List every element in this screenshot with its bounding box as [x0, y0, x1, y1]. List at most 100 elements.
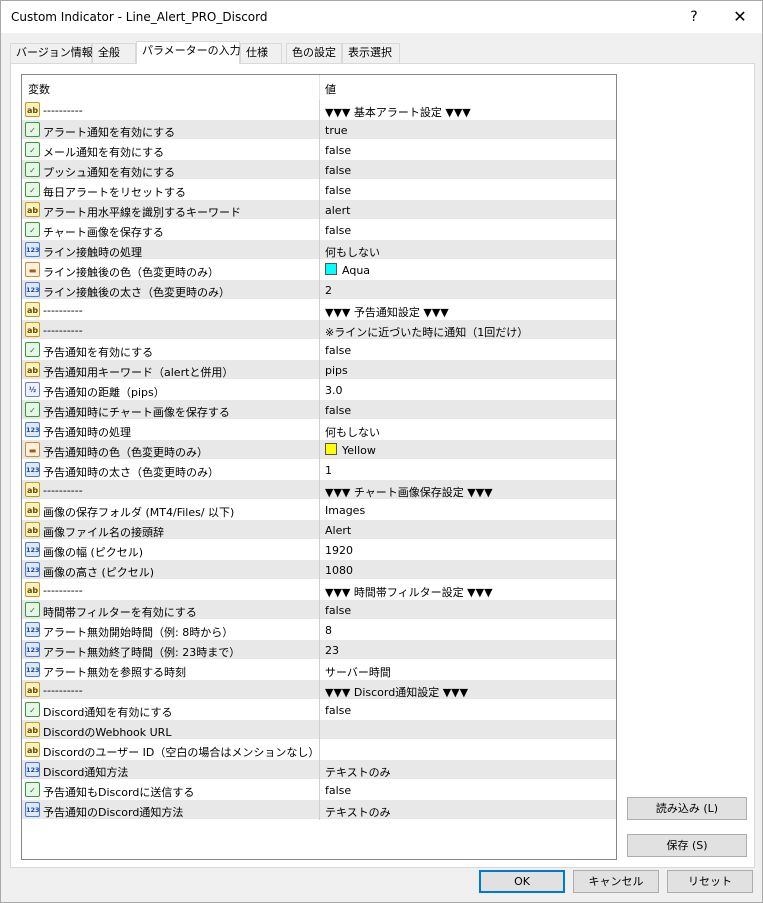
parameter-name-cell[interactable]: ½ 予告通知の距離（pips）: [22, 380, 319, 400]
parameter-row[interactable]: ab ---------- ※ラインに近づいた時に通知（1回だけ）: [22, 320, 616, 340]
parameter-name-cell[interactable]: ab 画像ファイル名の接頭辞: [22, 520, 319, 540]
header-divider[interactable]: [319, 75, 320, 100]
ok-button[interactable]: OK: [479, 870, 565, 893]
parameter-value-cell[interactable]: false: [319, 700, 616, 720]
parameter-name-cell[interactable]: ab ----------: [22, 300, 319, 320]
parameter-value-cell[interactable]: false: [319, 220, 616, 240]
parameter-name-cell[interactable]: 123 予告通知時の太さ（色変更時のみ）: [22, 460, 319, 480]
load-button[interactable]: 読み込み (L): [627, 797, 747, 820]
parameter-name-cell[interactable]: ✓ 予告通知もDiscordに送信する: [22, 780, 319, 800]
parameter-row[interactable]: ✓ 予告通知時にチャート画像を保存する false: [22, 400, 616, 420]
parameter-value-cell[interactable]: [319, 720, 616, 740]
parameter-name-cell[interactable]: ab ----------: [22, 480, 319, 500]
parameter-name-cell[interactable]: 123 画像の幅 (ピクセル): [22, 540, 319, 560]
parameter-row[interactable]: ab Discordのユーザー ID（空白の場合はメンションなし）: [22, 740, 616, 760]
parameter-name-cell[interactable]: ✓ 時間帯フィルターを有効にする: [22, 600, 319, 620]
parameter-row[interactable]: ab アラート用水平線を識別するキーワード alert: [22, 200, 616, 220]
parameter-row[interactable]: 123 ライン接触後の太さ（色変更時のみ） 2: [22, 280, 616, 300]
parameter-value-cell[interactable]: ▼▼▼ 予告通知設定 ▼▼▼: [319, 300, 616, 320]
parameter-row[interactable]: ✓ 予告通知を有効にする false: [22, 340, 616, 360]
parameter-value-cell[interactable]: サーバー時間: [319, 660, 616, 680]
parameter-value-cell[interactable]: false: [319, 340, 616, 360]
tab-display-selection[interactable]: 表示選択: [342, 43, 400, 63]
parameter-name-cell[interactable]: ✓ Discord通知を有効にする: [22, 700, 319, 720]
parameter-row[interactable]: ab DiscordのWebhook URL: [22, 720, 616, 740]
parameter-name-cell[interactable]: 123 ライン接触時の処理: [22, 240, 319, 260]
parameter-row[interactable]: 123 予告通知時の処理 何もしない: [22, 420, 616, 440]
parameter-name-cell[interactable]: 123 アラート無効を参照する時刻: [22, 660, 319, 680]
parameter-name-cell[interactable]: ✓ 毎日アラートをリセットする: [22, 180, 319, 200]
parameter-value-cell[interactable]: ※ラインに近づいた時に通知（1回だけ）: [319, 320, 616, 340]
parameter-row[interactable]: ab ---------- ▼▼▼ 時間帯フィルター設定 ▼▼▼: [22, 580, 616, 600]
parameter-value-cell[interactable]: ▼▼▼ 時間帯フィルター設定 ▼▼▼: [319, 580, 616, 600]
parameter-value-cell[interactable]: Aqua: [319, 260, 616, 280]
parameter-name-cell[interactable]: 123 画像の高さ (ピクセル): [22, 560, 319, 580]
parameter-name-cell[interactable]: ✓ 予告通知時にチャート画像を保存する: [22, 400, 319, 420]
tab-color-settings[interactable]: 色の設定: [286, 43, 342, 63]
parameter-value-cell[interactable]: true: [319, 120, 616, 140]
parameter-value-cell[interactable]: Images: [319, 500, 616, 520]
parameter-value-cell[interactable]: [319, 740, 616, 760]
parameter-value-cell[interactable]: false: [319, 400, 616, 420]
tab-general[interactable]: 全般: [92, 43, 136, 63]
parameter-row[interactable]: ✓ メール通知を有効にする false: [22, 140, 616, 160]
parameter-row[interactable]: 123 アラート無効終了時間（例: 23時まで） 23: [22, 640, 616, 660]
parameter-value-cell[interactable]: false: [319, 600, 616, 620]
parameter-row[interactable]: ab 画像の保存フォルダ (MT4/Files/ 以下) Images: [22, 500, 616, 520]
save-button[interactable]: 保存 (S): [627, 834, 747, 857]
parameter-name-cell[interactable]: ab ----------: [22, 580, 319, 600]
parameter-name-cell[interactable]: ab Discordのユーザー ID（空白の場合はメンションなし）: [22, 740, 319, 760]
parameter-row[interactable]: 123 ライン接触時の処理 何もしない: [22, 240, 616, 260]
parameter-row[interactable]: ✓ 時間帯フィルターを有効にする false: [22, 600, 616, 620]
parameter-name-cell[interactable]: ▬ ライン接触後の色（色変更時のみ）: [22, 260, 319, 280]
parameter-row[interactable]: ✓ Discord通知を有効にする false: [22, 700, 616, 720]
parameter-value-cell[interactable]: false: [319, 160, 616, 180]
parameter-value-cell[interactable]: ▼▼▼ チャート画像保存設定 ▼▼▼: [319, 480, 616, 500]
parameter-name-cell[interactable]: ▬ 予告通知時の色（色変更時のみ）: [22, 440, 319, 460]
parameter-row[interactable]: 123 画像の幅 (ピクセル) 1920: [22, 540, 616, 560]
parameter-row[interactable]: 123 アラート無効開始時間（例: 8時から） 8: [22, 620, 616, 640]
tab-specification[interactable]: 仕様: [240, 43, 282, 63]
parameter-row[interactable]: ✓ 予告通知もDiscordに送信する false: [22, 780, 616, 800]
parameter-name-cell[interactable]: 123 アラート無効終了時間（例: 23時まで）: [22, 640, 319, 660]
parameter-value-cell[interactable]: ▼▼▼ 基本アラート設定 ▼▼▼: [319, 100, 616, 120]
parameter-name-cell[interactable]: 123 予告通知のDiscord通知方法: [22, 800, 319, 820]
close-button[interactable]: ✕: [717, 1, 763, 33]
parameter-value-cell[interactable]: 何もしない: [319, 240, 616, 260]
parameter-value-cell[interactable]: 8: [319, 620, 616, 640]
parameter-value-cell[interactable]: 1920: [319, 540, 616, 560]
parameter-value-cell[interactable]: Alert: [319, 520, 616, 540]
parameter-value-cell[interactable]: 1080: [319, 560, 616, 580]
parameter-row[interactable]: 123 アラート無効を参照する時刻 サーバー時間: [22, 660, 616, 680]
parameter-name-cell[interactable]: ✓ 予告通知を有効にする: [22, 340, 319, 360]
parameter-name-cell[interactable]: ab ----------: [22, 680, 319, 700]
parameter-name-cell[interactable]: ab 予告通知用キーワード（alertと併用）: [22, 360, 319, 380]
help-button[interactable]: ?: [671, 1, 717, 33]
parameter-value-cell[interactable]: 23: [319, 640, 616, 660]
parameter-row[interactable]: 123 Discord通知方法 テキストのみ: [22, 760, 616, 780]
reset-button[interactable]: リセット: [667, 870, 753, 893]
parameter-value-cell[interactable]: 1: [319, 460, 616, 480]
parameter-value-cell[interactable]: 何もしない: [319, 420, 616, 440]
parameter-value-cell[interactable]: false: [319, 180, 616, 200]
parameter-row[interactable]: ab 予告通知用キーワード（alertと併用） pips: [22, 360, 616, 380]
parameter-name-cell[interactable]: 123 予告通知時の処理: [22, 420, 319, 440]
parameter-row[interactable]: 123 画像の高さ (ピクセル) 1080: [22, 560, 616, 580]
cancel-button[interactable]: キャンセル: [573, 870, 659, 893]
parameter-row[interactable]: ½ 予告通知の距離（pips） 3.0: [22, 380, 616, 400]
parameter-row[interactable]: ab 画像ファイル名の接頭辞 Alert: [22, 520, 616, 540]
parameter-row[interactable]: ✓ 毎日アラートをリセットする false: [22, 180, 616, 200]
parameter-name-cell[interactable]: ab DiscordのWebhook URL: [22, 720, 319, 740]
parameter-value-cell[interactable]: pips: [319, 360, 616, 380]
parameter-value-cell[interactable]: false: [319, 140, 616, 160]
parameter-name-cell[interactable]: ✓ メール通知を有効にする: [22, 140, 319, 160]
parameter-name-cell[interactable]: ✓ チャート画像を保存する: [22, 220, 319, 240]
parameter-row[interactable]: ✓ チャート画像を保存する false: [22, 220, 616, 240]
parameter-value-cell[interactable]: false: [319, 780, 616, 800]
parameter-name-cell[interactable]: ab ----------: [22, 100, 319, 120]
parameter-value-cell[interactable]: テキストのみ: [319, 800, 616, 820]
parameter-name-cell[interactable]: 123 ライン接触後の太さ（色変更時のみ）: [22, 280, 319, 300]
parameter-row[interactable]: 123 予告通知時の太さ（色変更時のみ） 1: [22, 460, 616, 480]
parameter-name-cell[interactable]: 123 Discord通知方法: [22, 760, 319, 780]
parameter-value-cell[interactable]: テキストのみ: [319, 760, 616, 780]
